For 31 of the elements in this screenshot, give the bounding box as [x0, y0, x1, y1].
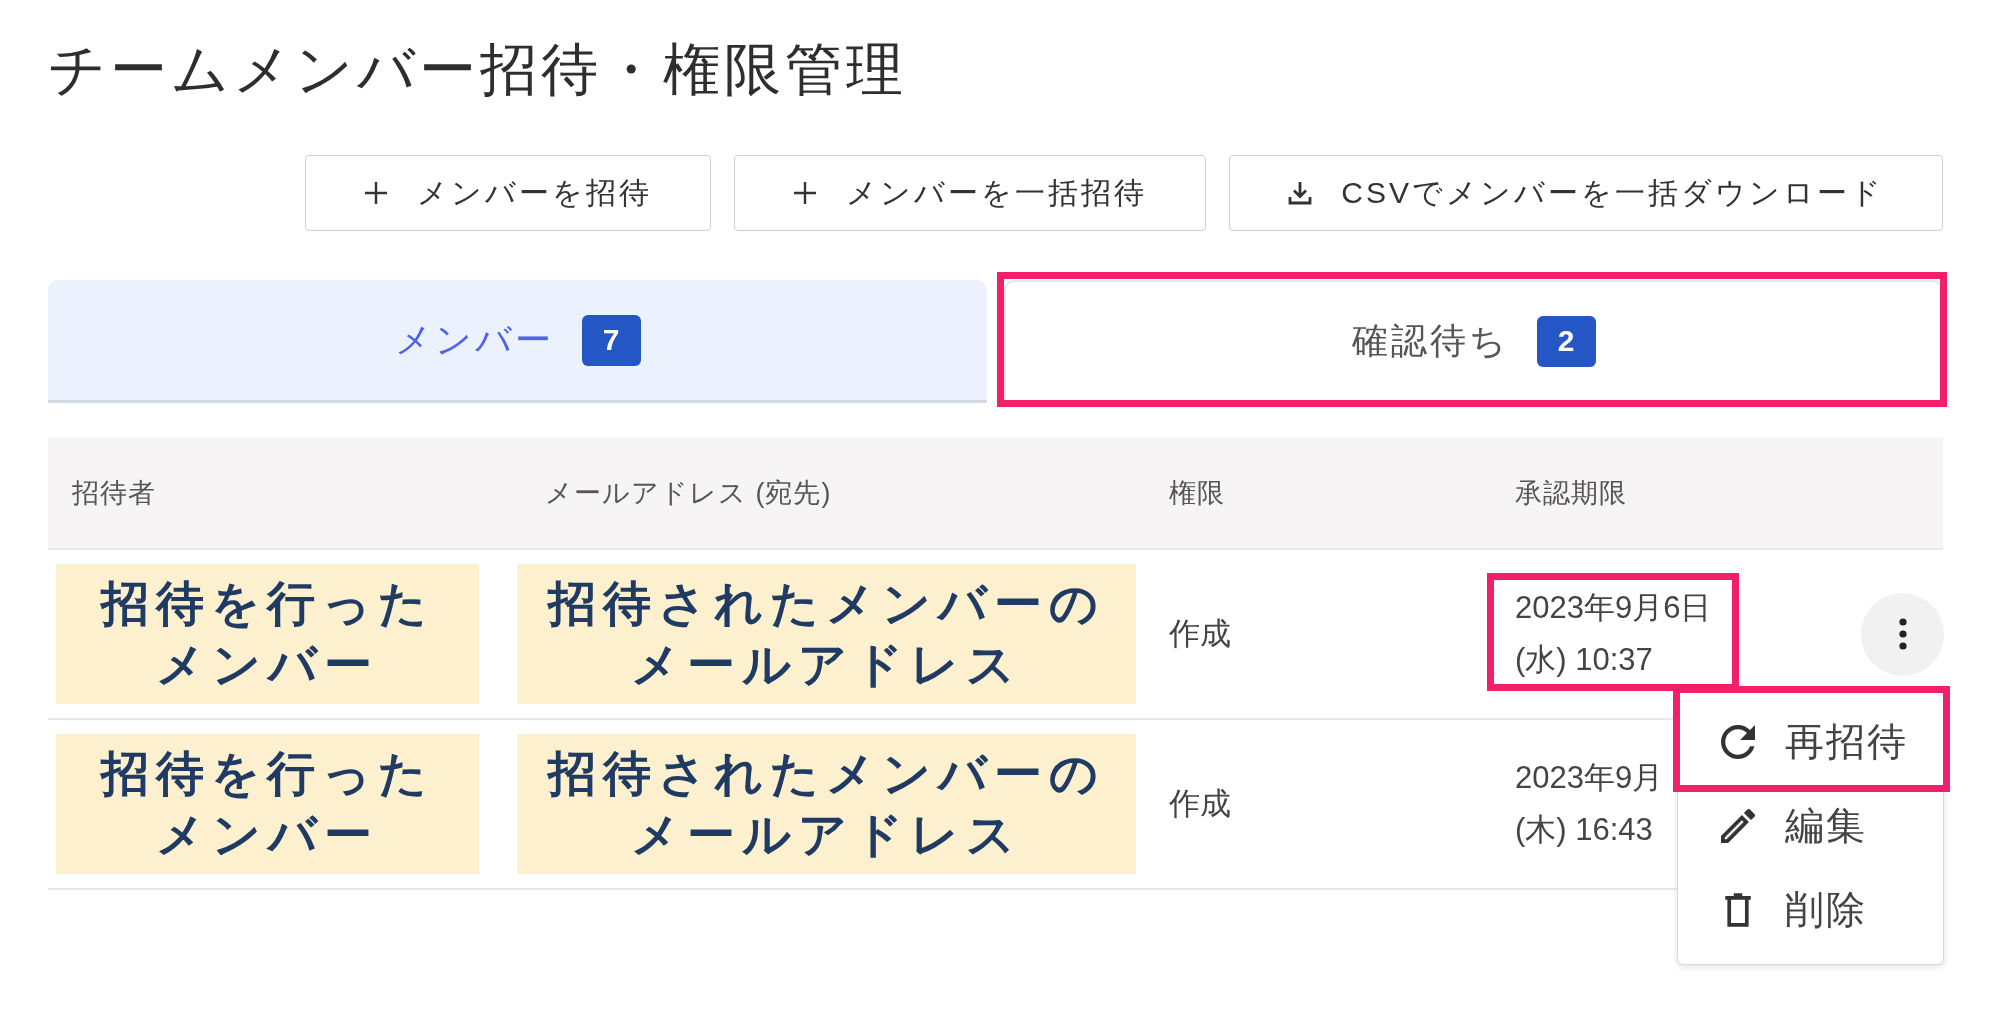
toolbar-button[interactable]: メンバーを一括招待	[734, 155, 1207, 231]
plus-icon	[364, 181, 389, 205]
deadline-cell-text: 2023年9月6日 (水) 10:37	[1515, 589, 1712, 679]
menu-item[interactable]: 編集	[1678, 783, 1943, 868]
role-cell: 作成	[1169, 786, 1231, 821]
toolbar-button[interactable]: CSVでメンバーを一括ダウンロード	[1229, 155, 1943, 231]
more-icon	[1898, 618, 1907, 650]
menu-item[interactable]: 削除	[1678, 867, 1943, 952]
tab[interactable]: 確認待ち 2	[1004, 280, 1943, 403]
refresh-icon	[1721, 724, 1755, 759]
column-header: メールアドレス (宛先)	[545, 476, 832, 510]
count-badge: 2	[1536, 315, 1596, 367]
tab[interactable]: メンバー 7	[48, 280, 987, 403]
column-header: 承認期限	[1515, 476, 1627, 510]
inviter-cell: 招待を行った メンバー	[56, 564, 479, 704]
inviter-cell: 招待を行った メンバー	[56, 734, 479, 874]
pencil-icon	[1721, 808, 1755, 843]
download-icon	[1288, 181, 1313, 205]
tab-label: メンバー	[394, 317, 554, 362]
role-cell: 作成	[1169, 616, 1231, 651]
menu-item[interactable]: 再招待	[1678, 699, 1943, 784]
email-cell: 招待されたメンバーの メールアドレス	[517, 734, 1136, 874]
column-header: 招待者	[72, 476, 156, 510]
tab-label: 確認待ち	[1351, 318, 1509, 363]
column-header: 権限	[1169, 476, 1225, 510]
plus-icon	[793, 181, 818, 205]
page-title: チームメンバー招待・権限管理	[48, 36, 908, 103]
deadline-cell-text: 2023年9月 (木) 16:43	[1515, 759, 1664, 849]
toolbar-button[interactable]: メンバーを招待	[305, 155, 712, 231]
email-cell: 招待されたメンバーの メールアドレス	[517, 564, 1136, 704]
count-badge: 7	[581, 314, 641, 366]
